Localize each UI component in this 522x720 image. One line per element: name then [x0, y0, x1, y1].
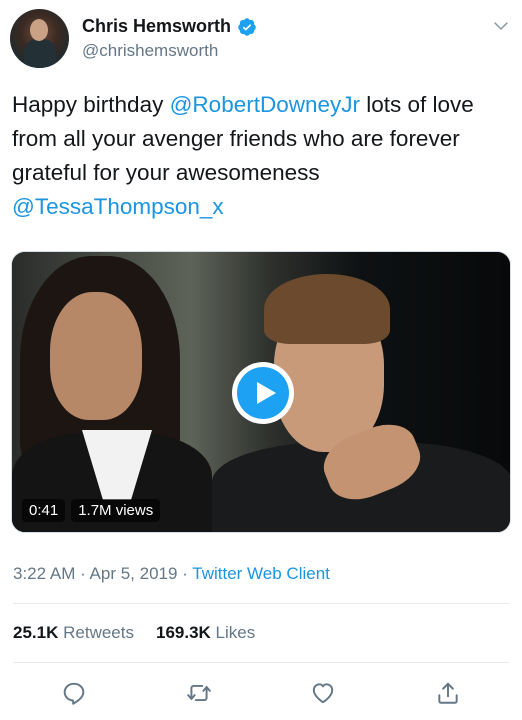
retweets-stat[interactable]: 25.1K Retweets — [13, 623, 134, 643]
play-icon — [256, 382, 276, 404]
tweet-time[interactable]: 3:22 AM — [13, 564, 75, 583]
avatar[interactable] — [10, 9, 69, 68]
separator: · — [177, 564, 193, 583]
verified-badge-icon — [238, 17, 256, 36]
reply-icon[interactable] — [61, 680, 87, 706]
tweet-client[interactable]: Twitter Web Client — [192, 564, 330, 583]
likes-stat[interactable]: 169.3K Likes — [156, 623, 255, 643]
video-player[interactable]: 0:41 1.7M views — [11, 251, 511, 533]
retweets-label: Retweets — [63, 623, 134, 642]
mention-link[interactable]: @TessaThompson_x — [12, 194, 224, 219]
name-row: Chris Hemsworth — [82, 16, 257, 37]
video-meta: 0:41 1.7M views — [22, 499, 161, 522]
like-icon[interactable] — [310, 680, 336, 706]
retweets-count: 25.1K — [13, 623, 59, 642]
tweet-text-part: Happy birthday — [12, 92, 170, 117]
separator: · — [75, 564, 90, 583]
tweet-stats: 25.1K Retweets 169.3K Likes — [13, 623, 255, 643]
tweet-actions — [0, 672, 522, 716]
divider — [13, 662, 510, 663]
retweet-icon[interactable] — [186, 680, 212, 706]
share-icon[interactable] — [435, 680, 461, 706]
likes-label: Likes — [215, 623, 256, 642]
user-handle[interactable]: @chrishemsworth — [82, 41, 218, 61]
mention-link[interactable]: @RobertDowneyJr — [170, 92, 360, 117]
play-button[interactable] — [232, 362, 294, 424]
tweet-text: Happy birthday @RobertDowneyJr lots of l… — [12, 88, 512, 224]
video-duration: 0:41 — [22, 499, 66, 522]
tweet-header: Chris Hemsworth @chrishemsworth — [0, 0, 522, 80]
video-thumbnail-detail — [50, 292, 142, 420]
display-name[interactable]: Chris Hemsworth — [82, 16, 231, 37]
play-button-inner — [237, 367, 289, 419]
video-views: 1.7M views — [71, 499, 161, 522]
chevron-down-icon[interactable] — [492, 17, 510, 35]
divider — [13, 603, 510, 604]
tweet-timestamp: 3:22 AM · Apr 5, 2019 · Twitter Web Clie… — [13, 564, 330, 584]
tweet-date[interactable]: Apr 5, 2019 — [90, 564, 178, 583]
video-thumbnail-detail — [264, 274, 390, 344]
likes-count: 169.3K — [155, 623, 211, 642]
